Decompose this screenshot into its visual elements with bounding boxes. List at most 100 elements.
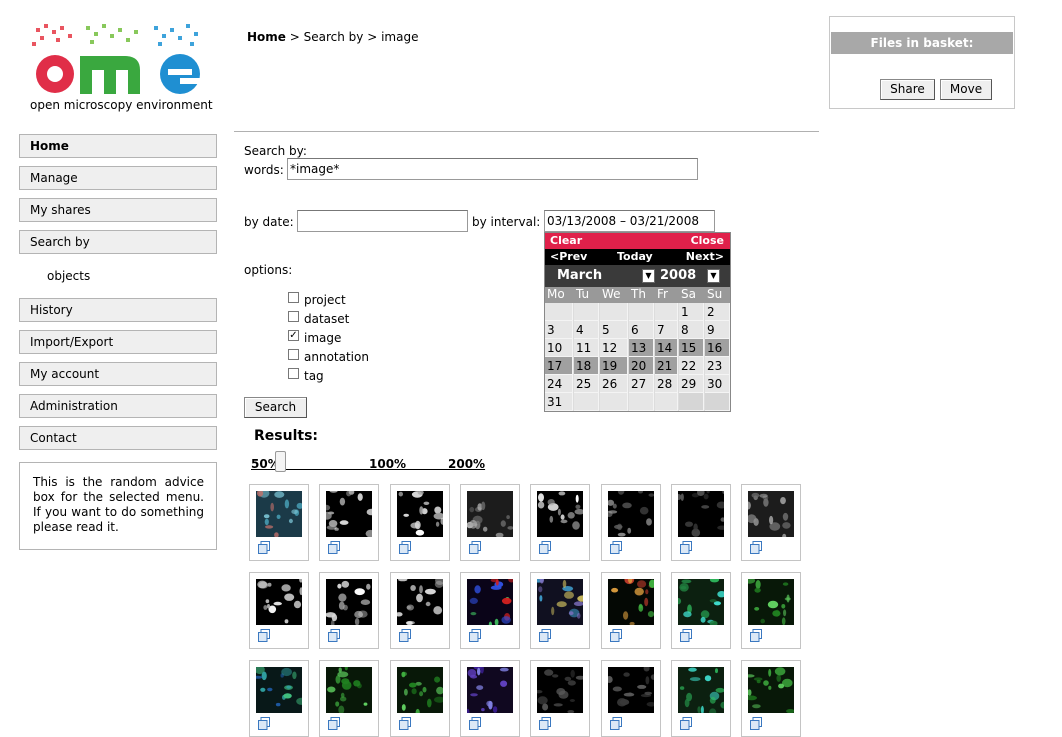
calendar-day[interactable]: 31 bbox=[545, 393, 573, 411]
calendar-day[interactable]: 2 bbox=[705, 303, 730, 321]
image-details-icon[interactable] bbox=[539, 717, 551, 730]
image-details-icon[interactable] bbox=[539, 541, 551, 554]
thumbnail-image[interactable] bbox=[748, 579, 794, 625]
option-tag-checkbox[interactable] bbox=[288, 368, 299, 379]
thumbnail-image[interactable] bbox=[678, 491, 724, 537]
thumbnail-image[interactable] bbox=[467, 667, 513, 713]
menu-item-home[interactable]: Home bbox=[19, 134, 217, 158]
calendar-prev-button[interactable]: <Prev bbox=[550, 250, 587, 263]
month-dropdown-icon[interactable]: ▼ bbox=[642, 269, 655, 283]
calendar-day[interactable]: 22 bbox=[679, 357, 704, 375]
thumbnail-image[interactable] bbox=[467, 491, 513, 537]
move-button[interactable]: Move bbox=[940, 79, 992, 100]
calendar-year-select[interactable]: 2008 bbox=[660, 268, 696, 283]
menu-item-my-account[interactable]: My account bbox=[19, 362, 217, 386]
thumbnail-image[interactable] bbox=[748, 491, 794, 537]
result-thumbnail[interactable] bbox=[741, 660, 801, 737]
thumbnail-image[interactable] bbox=[326, 579, 372, 625]
menu-item-history[interactable]: History bbox=[19, 298, 217, 322]
image-details-icon[interactable] bbox=[328, 541, 340, 554]
zoom-slider-handle[interactable] bbox=[274, 451, 286, 472]
result-thumbnail[interactable] bbox=[741, 572, 801, 649]
menu-item-administration[interactable]: Administration bbox=[19, 394, 217, 418]
result-thumbnail[interactable] bbox=[460, 572, 520, 649]
image-details-icon[interactable] bbox=[610, 541, 622, 554]
image-details-icon[interactable] bbox=[258, 717, 270, 730]
result-thumbnail[interactable] bbox=[460, 660, 520, 737]
calendar-day[interactable]: 18 bbox=[574, 357, 599, 375]
calendar-day[interactable]: 24 bbox=[545, 375, 573, 393]
calendar-day[interactable]: 11 bbox=[574, 339, 599, 357]
result-thumbnail[interactable] bbox=[460, 484, 520, 561]
result-thumbnail[interactable] bbox=[390, 660, 450, 737]
thumbnail-image[interactable] bbox=[326, 667, 372, 713]
calendar-day[interactable]: 8 bbox=[679, 321, 704, 339]
result-thumbnail[interactable] bbox=[249, 484, 309, 561]
image-details-icon[interactable] bbox=[680, 629, 692, 642]
thumbnail-image[interactable] bbox=[326, 491, 372, 537]
result-thumbnail[interactable] bbox=[390, 484, 450, 561]
image-details-icon[interactable] bbox=[610, 717, 622, 730]
result-thumbnail[interactable] bbox=[530, 484, 590, 561]
calendar-day[interactable]: 23 bbox=[705, 357, 730, 375]
calendar-clear-button[interactable]: Clear bbox=[550, 234, 582, 247]
result-thumbnail[interactable] bbox=[390, 572, 450, 649]
image-details-icon[interactable] bbox=[680, 717, 692, 730]
calendar-day[interactable]: 27 bbox=[629, 375, 654, 393]
calendar-day[interactable]: 3 bbox=[545, 321, 573, 339]
date-input[interactable] bbox=[297, 210, 468, 232]
image-details-icon[interactable] bbox=[469, 717, 481, 730]
calendar-day[interactable]: 4 bbox=[574, 321, 599, 339]
thumbnail-image[interactable] bbox=[397, 579, 443, 625]
thumbnail-image[interactable] bbox=[397, 491, 443, 537]
calendar-day[interactable]: 19 bbox=[600, 357, 628, 375]
calendar-day[interactable]: 26 bbox=[600, 375, 628, 393]
search-button[interactable]: Search bbox=[244, 397, 307, 418]
option-annotation-checkbox[interactable] bbox=[288, 349, 299, 360]
menu-item-my-shares[interactable]: My shares bbox=[19, 198, 217, 222]
thumbnail-image[interactable] bbox=[608, 667, 654, 713]
result-thumbnail[interactable] bbox=[319, 660, 379, 737]
calendar-day[interactable]: 30 bbox=[705, 375, 730, 393]
calendar-day[interactable]: 20 bbox=[629, 357, 654, 375]
image-details-icon[interactable] bbox=[258, 541, 270, 554]
words-input[interactable]: *image* bbox=[287, 158, 698, 180]
result-thumbnail[interactable] bbox=[741, 484, 801, 561]
calendar-month-select[interactable]: March bbox=[557, 268, 602, 283]
thumbnail-image[interactable] bbox=[537, 491, 583, 537]
result-thumbnail[interactable] bbox=[671, 660, 731, 737]
result-thumbnail[interactable] bbox=[671, 484, 731, 561]
result-thumbnail[interactable] bbox=[249, 660, 309, 737]
thumbnail-image[interactable] bbox=[678, 667, 724, 713]
calendar-day[interactable]: 16 bbox=[705, 339, 730, 357]
calendar-day[interactable]: 13 bbox=[629, 339, 654, 357]
image-details-icon[interactable] bbox=[328, 717, 340, 730]
menu-item-search-by[interactable]: Search by bbox=[19, 230, 217, 254]
image-details-icon[interactable] bbox=[399, 629, 411, 642]
result-thumbnail[interactable] bbox=[601, 660, 661, 737]
breadcrumb-search-by[interactable]: Search by bbox=[304, 30, 364, 44]
image-details-icon[interactable] bbox=[539, 629, 551, 642]
thumbnail-image[interactable] bbox=[537, 579, 583, 625]
calendar-next-button[interactable]: Next> bbox=[686, 250, 724, 263]
calendar-close-button[interactable]: Close bbox=[691, 234, 724, 247]
calendar-day[interactable]: 10 bbox=[545, 339, 573, 357]
thumbnail-image[interactable] bbox=[256, 491, 302, 537]
image-details-icon[interactable] bbox=[399, 717, 411, 730]
result-thumbnail[interactable] bbox=[319, 572, 379, 649]
thumbnail-image[interactable] bbox=[608, 491, 654, 537]
image-details-icon[interactable] bbox=[750, 541, 762, 554]
calendar-day[interactable]: 14 bbox=[655, 339, 678, 357]
image-details-icon[interactable] bbox=[399, 541, 411, 554]
calendar-day[interactable]: 15 bbox=[679, 339, 704, 357]
share-button[interactable]: Share bbox=[880, 79, 935, 100]
calendar-day[interactable]: 29 bbox=[679, 375, 704, 393]
calendar-today-button[interactable]: Today bbox=[617, 250, 653, 263]
calendar-day[interactable]: 12 bbox=[600, 339, 628, 357]
image-details-icon[interactable] bbox=[469, 541, 481, 554]
image-details-icon[interactable] bbox=[610, 629, 622, 642]
thumbnail-image[interactable] bbox=[467, 579, 513, 625]
image-details-icon[interactable] bbox=[469, 629, 481, 642]
calendar-day[interactable]: 1 bbox=[679, 303, 704, 321]
thumbnail-image[interactable] bbox=[748, 667, 794, 713]
